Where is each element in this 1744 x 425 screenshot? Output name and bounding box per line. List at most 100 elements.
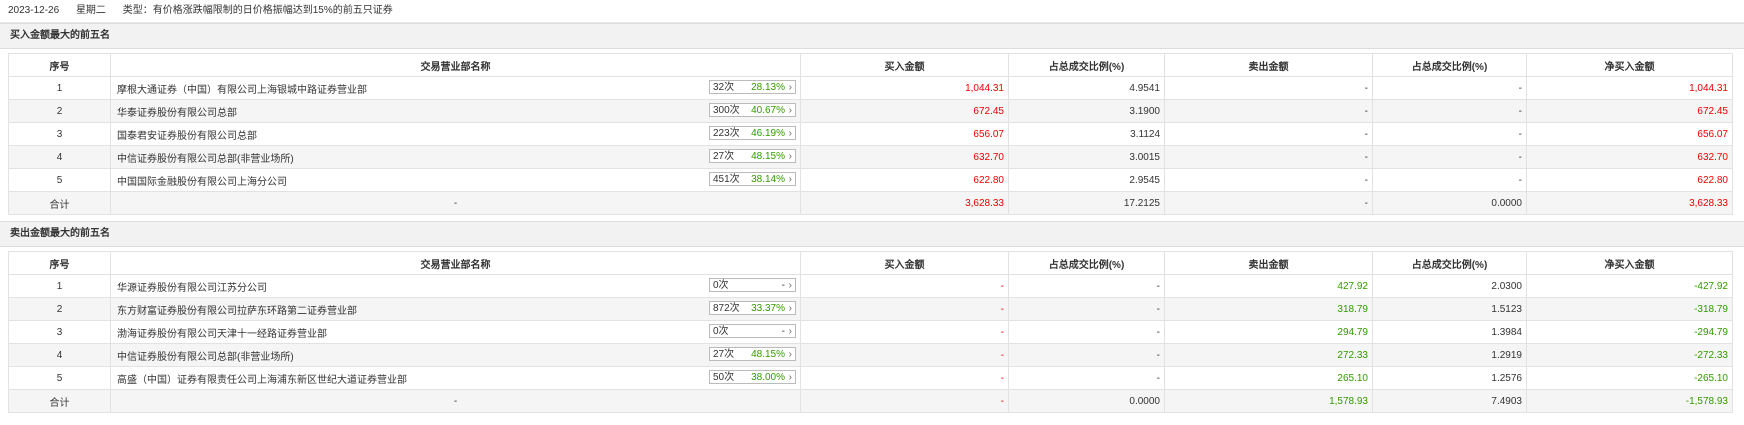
col-dept: 交易营业部名称 bbox=[110, 53, 801, 77]
dept-stats-badge[interactable]: 451次 38.14% › bbox=[709, 172, 796, 186]
chevron-right-icon: › bbox=[788, 280, 792, 291]
net-amount: 632.70 bbox=[1526, 145, 1733, 169]
dept-name-link[interactable]: 渤海证券股份有限公司天津十一经路证券营业部 bbox=[115, 325, 327, 340]
row-idx: 4 bbox=[8, 343, 111, 367]
col-sell-pct: 占总成交比例(%) bbox=[1372, 251, 1527, 275]
net-amount: 656.07 bbox=[1526, 122, 1733, 146]
dept-name-link[interactable]: 中信证券股份有限公司总部(非营业场所) bbox=[115, 348, 294, 363]
total-sell-pct: 0.0000 bbox=[1372, 191, 1527, 215]
chevron-right-icon: › bbox=[788, 174, 792, 185]
sell-amount: 272.33 bbox=[1164, 343, 1373, 367]
table-row: 4 中信证券股份有限公司总部(非营业场所) 27次 48.15% › 632.70 … bbox=[8, 145, 1733, 169]
dept-count: 223次 bbox=[713, 128, 740, 139]
dept-name-link[interactable]: 国泰君安证券股份有限公司总部 bbox=[115, 127, 257, 142]
dept-name-link[interactable]: 华泰证券股份有限公司总部 bbox=[115, 104, 237, 119]
col-buy: 买入金额 bbox=[800, 53, 1009, 77]
total-buy-pct: 17.2125 bbox=[1008, 191, 1165, 215]
table-row: 1 华源证券股份有限公司江苏分公司 0次 - › - - 427.92 2.0300… bbox=[8, 274, 1733, 298]
type-description: 类型：有价格涨跌幅限制的日价格振幅达到15%的前五只证券 bbox=[122, 5, 393, 16]
buy-table: 序号 交易营业部名称 买入金额 占总成交比例(%) 卖出金额 占总成交比例(%)… bbox=[8, 53, 1733, 215]
net-amount: 672.45 bbox=[1526, 99, 1733, 123]
dept-stats-badge[interactable]: 0次 - › bbox=[709, 324, 796, 338]
col-buy-pct: 占总成交比例(%) bbox=[1008, 53, 1165, 77]
buy-pct: - bbox=[1008, 297, 1165, 321]
total-row: 合计 - 3,628.33 17.2125 - 0.0000 3,628.33 bbox=[8, 191, 1733, 215]
sell-pct: 1.2919 bbox=[1372, 343, 1527, 367]
dept-name-link[interactable]: 摩根大通证券（中国）有限公司上海银城中路证券营业部 bbox=[115, 81, 367, 96]
col-buy: 买入金额 bbox=[800, 251, 1009, 275]
total-buy-pct: 0.0000 bbox=[1008, 389, 1165, 413]
buy-amount: - bbox=[800, 297, 1009, 321]
dept-name-link[interactable]: 高盛（中国）证券有限责任公司上海浦东新区世纪大道证券营业部 bbox=[115, 371, 407, 386]
dept-stats-badge[interactable]: 223次 46.19% › bbox=[709, 126, 796, 140]
sell-pct: 1.3984 bbox=[1372, 320, 1527, 344]
col-sell: 卖出金额 bbox=[1164, 53, 1373, 77]
dept-stats-badge[interactable]: 27次 48.15% › bbox=[709, 347, 796, 361]
dept-count: 50次 bbox=[713, 372, 735, 383]
sell-amount: - bbox=[1164, 122, 1373, 146]
sell-table: 序号 交易营业部名称 买入金额 占总成交比例(%) 卖出金额 占总成交比例(%)… bbox=[8, 251, 1733, 413]
net-amount: -427.92 bbox=[1526, 274, 1733, 298]
dept-cell: 中信证券股份有限公司总部(非营业场所) 27次 48.15% › bbox=[110, 343, 801, 367]
info-bar: 2023-12-26 星期二 类型：有价格涨跌幅限制的日价格振幅达到15%的前五… bbox=[0, 0, 1744, 23]
buy-pct: - bbox=[1008, 343, 1165, 367]
dept-stats-badge[interactable]: 50次 38.00% › bbox=[709, 370, 796, 384]
total-buy: - bbox=[800, 389, 1009, 413]
table-row: 2 东方财富证券股份有限公司拉萨东环路第二证券营业部 872次 33.37% › -… bbox=[8, 297, 1733, 321]
row-idx: 4 bbox=[8, 145, 111, 169]
sell-section-title: 卖出金额最大的前五名 bbox=[0, 221, 1744, 247]
buy-amount: - bbox=[800, 343, 1009, 367]
dept-cell: 国泰君安证券股份有限公司总部 223次 46.19% › bbox=[110, 122, 801, 146]
dept-rate: - bbox=[781, 326, 785, 337]
row-idx: 5 bbox=[8, 168, 111, 192]
buy-pct: 3.1900 bbox=[1008, 99, 1165, 123]
net-amount: -294.79 bbox=[1526, 320, 1733, 344]
buy-section-title: 买入金额最大的前五名 bbox=[0, 23, 1744, 49]
buy-pct: 2.9545 bbox=[1008, 168, 1165, 192]
sell-amount: - bbox=[1164, 99, 1373, 123]
total-sell: 1,578.93 bbox=[1164, 389, 1373, 413]
dept-name-link[interactable]: 中信证券股份有限公司总部(非营业场所) bbox=[115, 150, 294, 165]
row-idx: 5 bbox=[8, 366, 111, 390]
buy-pct: 4.9541 bbox=[1008, 76, 1165, 100]
dept-cell: 中信证券股份有限公司总部(非营业场所) 27次 48.15% › bbox=[110, 145, 801, 169]
dept-name-link[interactable]: 东方财富证券股份有限公司拉萨东环路第二证券营业部 bbox=[115, 302, 357, 317]
dept-stats-badge[interactable]: 300次 40.67% › bbox=[709, 103, 796, 117]
dept-name-link[interactable]: 中国国际金融股份有限公司上海分公司 bbox=[115, 173, 287, 188]
total-net: -1,578.93 bbox=[1526, 389, 1733, 413]
total-sell-pct: 7.4903 bbox=[1372, 389, 1527, 413]
buy-amount: - bbox=[800, 320, 1009, 344]
dept-count: 0次 bbox=[713, 280, 729, 291]
row-idx: 1 bbox=[8, 76, 111, 100]
dept-stats-badge[interactable]: 0次 - › bbox=[709, 278, 796, 292]
sell-table-wrap: 序号 交易营业部名称 买入金额 占总成交比例(%) 卖出金额 占总成交比例(%)… bbox=[0, 247, 1744, 419]
dept-rate: 33.37% bbox=[751, 303, 785, 314]
dept-stats-badge[interactable]: 32次 28.13% › bbox=[709, 80, 796, 94]
table-row: 4 中信证券股份有限公司总部(非营业场所) 27次 48.15% › - - 272… bbox=[8, 343, 1733, 367]
buy-pct: - bbox=[1008, 320, 1165, 344]
total-dept: - bbox=[110, 191, 801, 215]
dept-name-link[interactable]: 华源证券股份有限公司江苏分公司 bbox=[115, 279, 267, 294]
sell-table-header: 序号 交易营业部名称 买入金额 占总成交比例(%) 卖出金额 占总成交比例(%)… bbox=[8, 251, 1733, 275]
dept-cell: 渤海证券股份有限公司天津十一经路证券营业部 0次 - › bbox=[110, 320, 801, 344]
sell-pct: 1.2576 bbox=[1372, 366, 1527, 390]
dept-count: 27次 bbox=[713, 151, 735, 162]
dept-rate: 38.14% bbox=[751, 174, 785, 185]
total-label: 合计 bbox=[8, 389, 111, 413]
dept-count: 872次 bbox=[713, 303, 740, 314]
sell-pct: - bbox=[1372, 122, 1527, 146]
sell-pct: 1.5123 bbox=[1372, 297, 1527, 321]
row-idx: 3 bbox=[8, 320, 111, 344]
sell-amount: - bbox=[1164, 168, 1373, 192]
dept-count: 0次 bbox=[713, 326, 729, 337]
dept-stats-badge[interactable]: 872次 33.37% › bbox=[709, 301, 796, 315]
table-row: 3 渤海证券股份有限公司天津十一经路证券营业部 0次 - › - - 294.79 … bbox=[8, 320, 1733, 344]
dept-count: 451次 bbox=[713, 174, 740, 185]
buy-pct: - bbox=[1008, 274, 1165, 298]
dept-stats-badge[interactable]: 27次 48.15% › bbox=[709, 149, 796, 163]
row-idx: 2 bbox=[8, 99, 111, 123]
table-row: 5 高盛（中国）证券有限责任公司上海浦东新区世纪大道证券营业部 50次 38.00… bbox=[8, 366, 1733, 390]
dept-cell: 华泰证券股份有限公司总部 300次 40.67% › bbox=[110, 99, 801, 123]
weekday: 星期二 bbox=[75, 5, 106, 16]
dept-count: 27次 bbox=[713, 349, 735, 360]
